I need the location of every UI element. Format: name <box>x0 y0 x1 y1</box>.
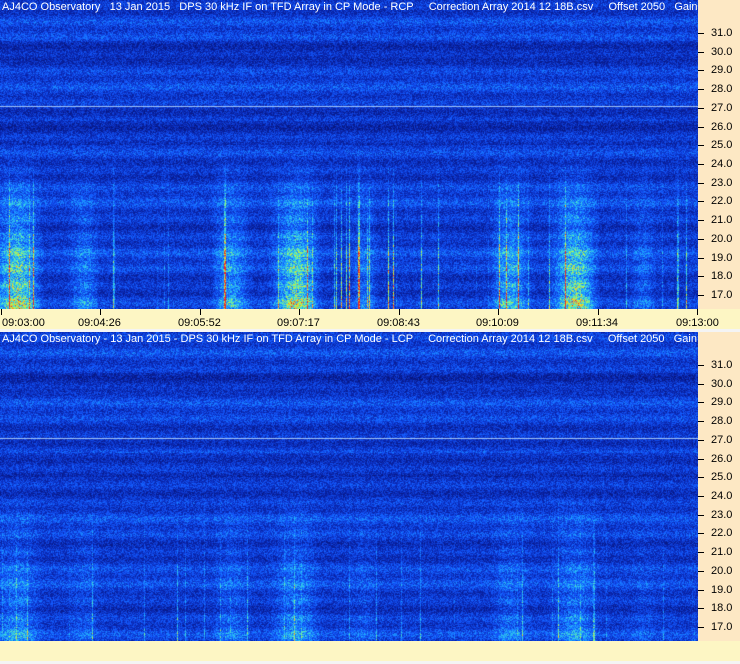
y-tick <box>698 239 704 240</box>
y-tick-label: 22.0 <box>711 527 733 539</box>
y-tick <box>698 108 704 109</box>
y-tick <box>698 295 704 296</box>
y-tick <box>698 365 704 366</box>
rcp-spectrogram[interactable] <box>0 0 698 309</box>
rcp-frequency-axis: 31.0 30.0 29.0 28.0 27.0 26.0 25.0 24.0 23.0 22.0… <box>698 0 740 309</box>
y-tick <box>698 183 704 184</box>
y-tick <box>698 533 704 534</box>
x-tick <box>1 309 2 315</box>
y-tick-label: 28.0 <box>711 415 733 427</box>
y-tick-label: 30.0 <box>711 46 733 58</box>
y-tick-label: 23.0 <box>711 509 733 521</box>
y-tick-label: 31.0 <box>711 27 733 39</box>
y-tick <box>698 258 704 259</box>
y-tick <box>698 402 704 403</box>
y-tick <box>698 590 704 591</box>
y-tick-label: 29.0 <box>711 64 733 76</box>
y-tick-label: 17.0 <box>711 621 733 633</box>
lcp-time-axis <box>0 641 740 661</box>
rcp-panel: AJ4CO Observatory 13 Jan 2015 DPS 30 kHz… <box>0 0 740 332</box>
y-tick-label: 22.0 <box>711 195 733 207</box>
lcp-frequency-axis: 31.0 30.0 29.0 28.0 27.0 26.0 25.0 24.0 23.0 22.0… <box>698 332 740 641</box>
y-tick <box>698 421 704 422</box>
x-tick-label: 09:13:00 <box>676 317 719 329</box>
x-tick-label: 09:07:17 <box>277 317 320 329</box>
lcp-spectrogram[interactable] <box>0 332 698 641</box>
y-tick-label: 23.0 <box>711 177 733 189</box>
y-tick-label: 18.0 <box>711 602 733 614</box>
y-tick-label: 25.0 <box>711 471 733 483</box>
y-tick <box>698 459 704 460</box>
y-tick-label: 20.0 <box>711 565 733 577</box>
y-tick <box>698 477 704 478</box>
x-tick-label: 09:10:09 <box>476 317 519 329</box>
y-tick <box>698 571 704 572</box>
y-tick-label: 26.0 <box>711 453 733 465</box>
y-tick-label: 17.0 <box>711 289 733 301</box>
y-tick <box>698 496 704 497</box>
y-tick-label: 24.0 <box>711 158 733 170</box>
y-tick <box>698 608 704 609</box>
y-tick-label: 19.0 <box>711 584 733 596</box>
x-tick <box>200 309 201 315</box>
y-tick <box>698 276 704 277</box>
x-tick <box>399 309 400 315</box>
y-tick <box>698 515 704 516</box>
y-tick <box>698 627 704 628</box>
lcp-panel: AJ4CO Observatory - 13 Jan 2015 - DPS 30… <box>0 332 740 664</box>
y-tick-label: 21.0 <box>711 214 733 226</box>
x-tick <box>100 309 101 315</box>
y-tick <box>698 33 704 34</box>
x-tick-label: 09:05:52 <box>178 317 221 329</box>
y-tick <box>698 127 704 128</box>
rcp-title: AJ4CO Observatory 13 Jan 2015 DPS 30 kHz… <box>2 1 716 13</box>
y-tick-label: 25.0 <box>711 139 733 151</box>
y-tick <box>698 201 704 202</box>
x-tick <box>598 309 599 315</box>
y-tick-label: 28.0 <box>711 83 733 95</box>
y-tick-label: 18.0 <box>711 270 733 282</box>
rcp-time-axis: 09:03:00 09:04:26 09:05:52 09:07:17 09:08:43… <box>0 309 740 329</box>
y-tick-label: 19.0 <box>711 252 733 264</box>
x-tick-label: 09:03:00 <box>2 317 45 329</box>
y-tick <box>698 52 704 53</box>
y-tick-label: 21.0 <box>711 546 733 558</box>
y-tick <box>698 440 704 441</box>
y-tick-label: 26.0 <box>711 121 733 133</box>
y-tick <box>698 145 704 146</box>
x-tick-label: 09:11:34 <box>576 317 619 329</box>
y-tick <box>698 384 704 385</box>
x-tick <box>498 309 499 315</box>
y-tick-label: 31.0 <box>711 359 733 371</box>
y-tick <box>698 552 704 553</box>
y-tick-label: 20.0 <box>711 233 733 245</box>
y-tick <box>698 164 704 165</box>
y-tick-label: 24.0 <box>711 490 733 502</box>
x-tick <box>299 309 300 315</box>
y-tick <box>698 220 704 221</box>
y-tick-label: 29.0 <box>711 396 733 408</box>
x-tick-label: 09:04:26 <box>78 317 121 329</box>
y-tick-label: 30.0 <box>711 378 733 390</box>
x-tick-label: 09:08:43 <box>377 317 420 329</box>
lcp-title: AJ4CO Observatory - 13 Jan 2015 - DPS 30… <box>2 333 716 345</box>
x-tick <box>697 309 698 315</box>
y-tick-label: 27.0 <box>711 102 733 114</box>
y-tick <box>698 89 704 90</box>
y-tick <box>698 70 704 71</box>
y-tick-label: 27.0 <box>711 434 733 446</box>
